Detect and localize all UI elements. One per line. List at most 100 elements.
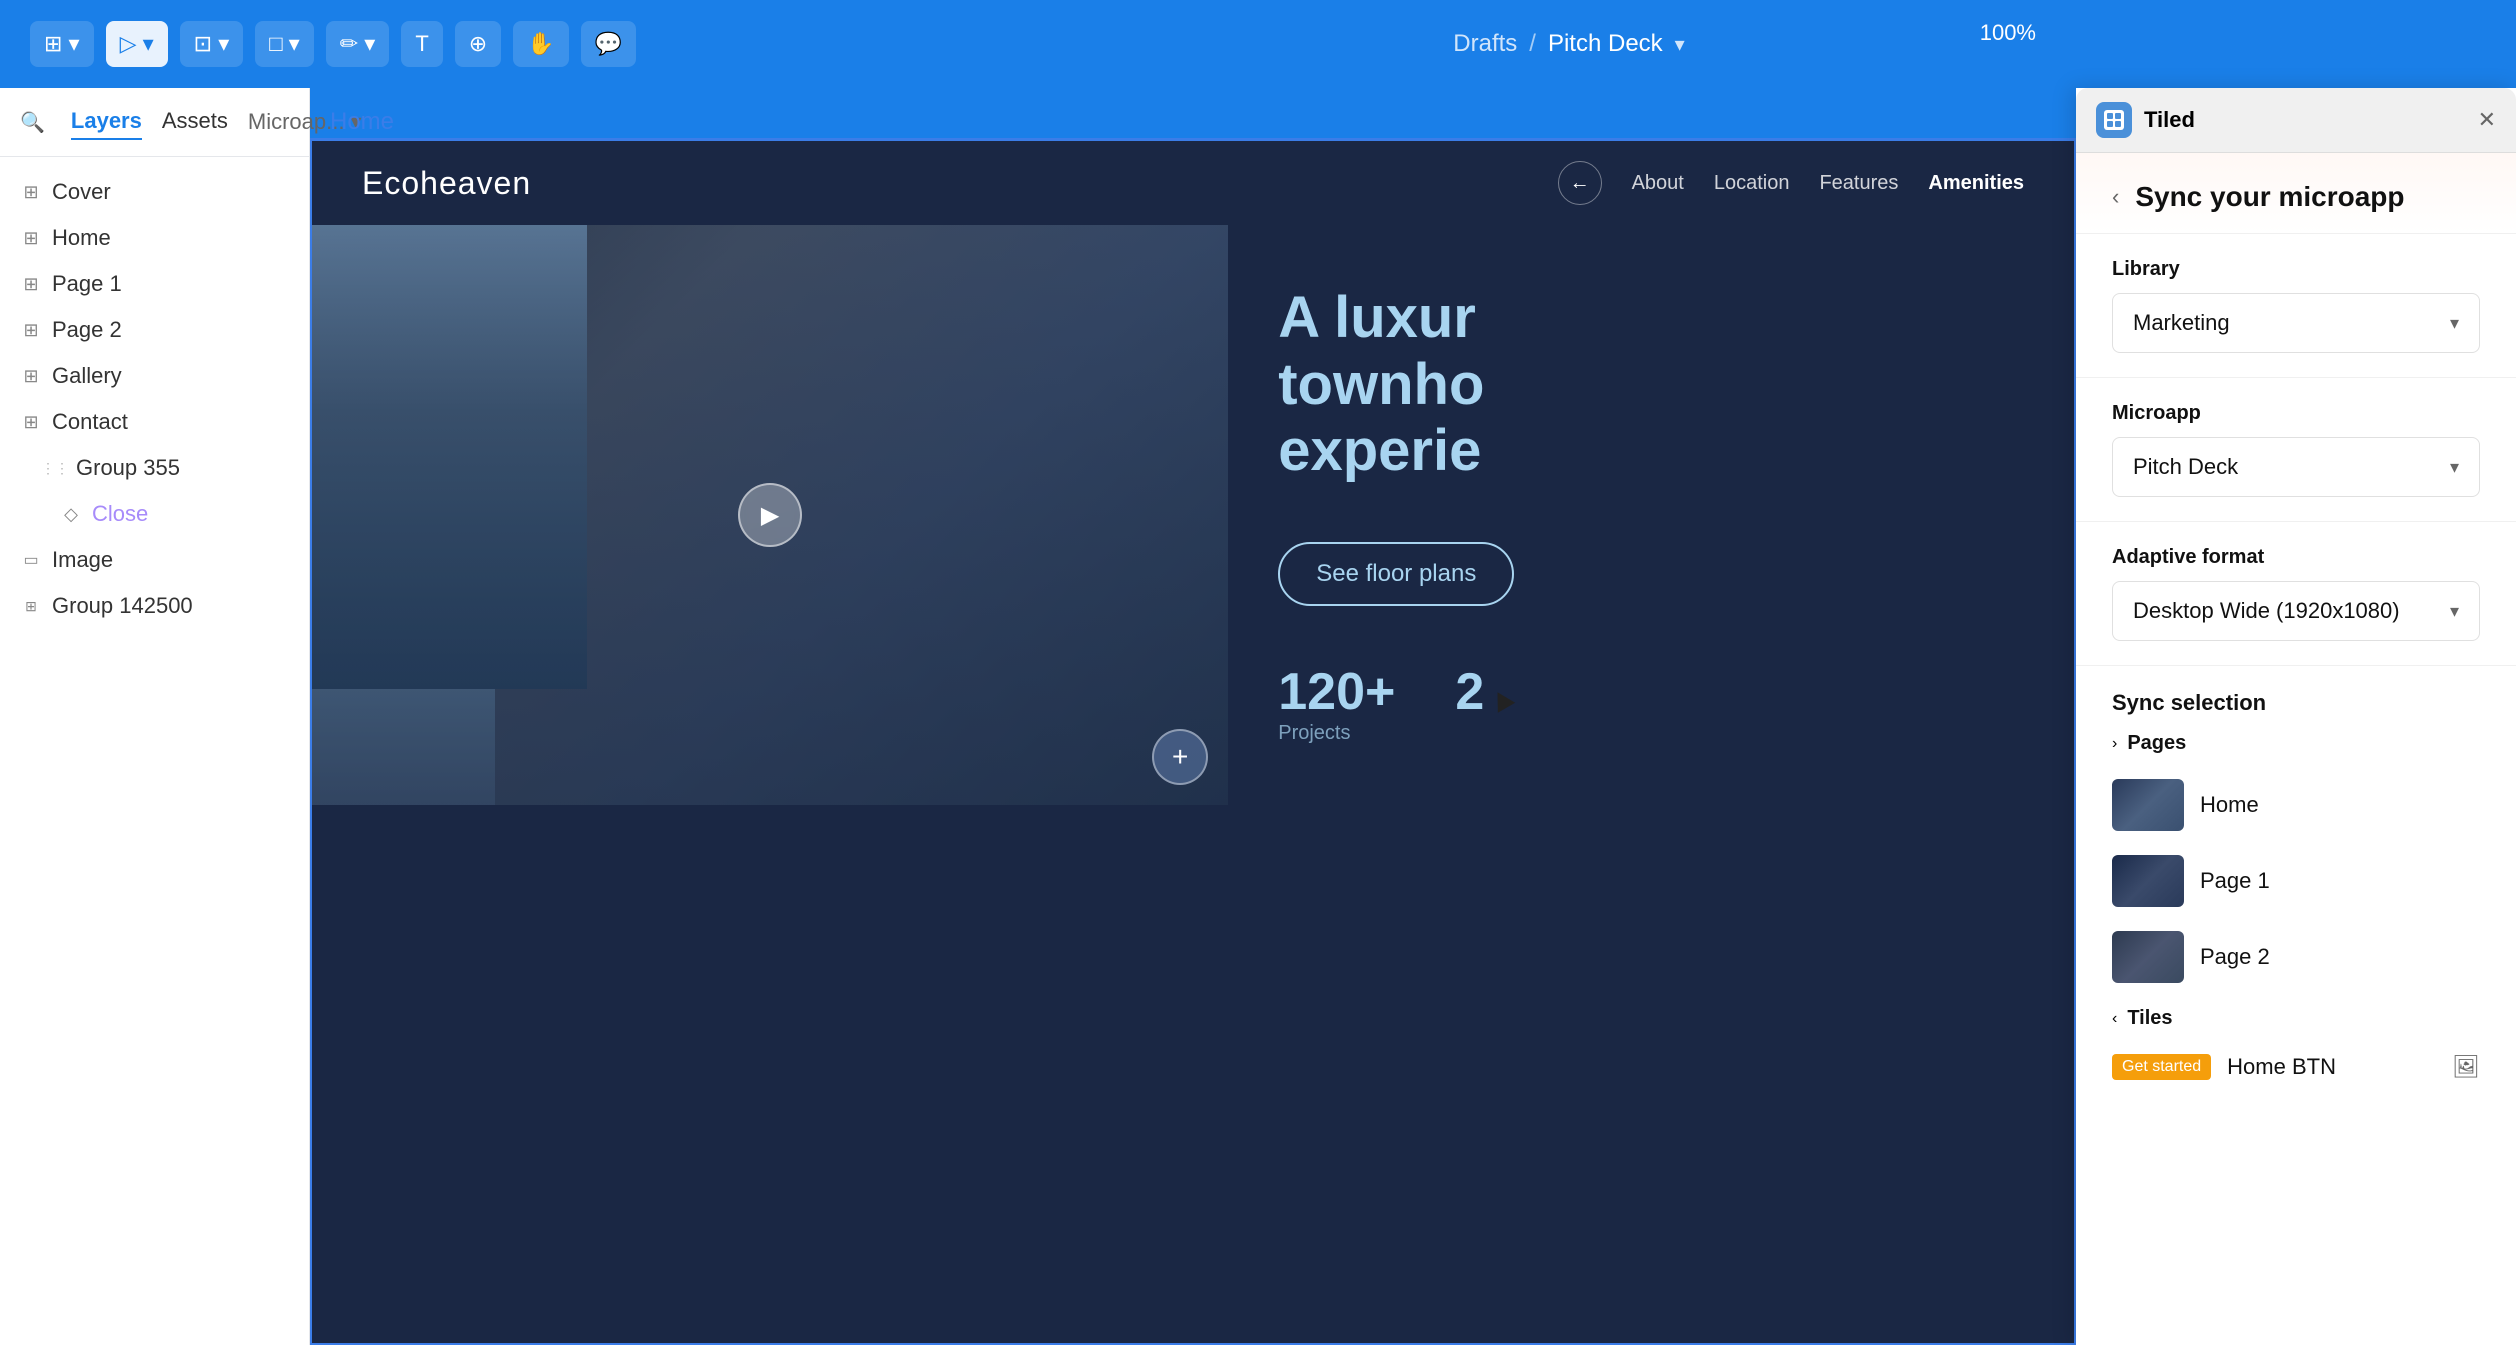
tiled-app-icon — [2096, 102, 2132, 138]
toolbar: ⊞ ▾ ▷ ▾ ⊡ ▾ □ ▾ ✏ ▾ T ⊕ ✋ 💬 Drafts / Pit… — [0, 0, 2516, 88]
pen-tool-button[interactable]: ✏ ▾ — [326, 21, 390, 67]
tile-item-left: Get started Home BTN — [2112, 1054, 2336, 1080]
adaptive-format-dropdown[interactable]: Desktop Wide (1920x1080) ▾ — [2112, 581, 2480, 641]
app-container: ⊞ ▾ ▷ ▾ ⊡ ▾ □ ▾ ✏ ▾ T ⊕ ✋ 💬 Drafts / Pit… — [0, 0, 2516, 1345]
grid-icon: ⊞ — [20, 320, 42, 341]
sync-selection-label: Sync selection — [2112, 690, 2480, 716]
layer-label-contact: Contact — [52, 409, 128, 435]
grid-icon: ⊞ — [20, 412, 42, 433]
breadcrumb-dropdown-icon[interactable]: ▾ — [1675, 32, 1685, 57]
page-thumbnail-home — [2112, 779, 2184, 831]
pages-expand-header[interactable]: › Pages — [2112, 720, 2480, 767]
grid-icon: ⊞ — [20, 228, 42, 249]
adaptive-format-label: Adaptive format — [2112, 546, 2480, 569]
microapp-dropdown[interactable]: Pitch Deck ▾ — [2112, 437, 2480, 497]
pages-label: Pages — [2127, 732, 2186, 755]
layer-item-group355[interactable]: ⋮⋮ Group 355 — [0, 445, 309, 491]
nav-back-button[interactable]: ← — [1558, 161, 1602, 205]
breadcrumb-current[interactable]: Pitch Deck — [1548, 30, 1663, 58]
tab-layers[interactable]: Layers — [71, 104, 142, 140]
diamond-icon: ◇ — [60, 504, 82, 525]
layer-item-home[interactable]: ⊞ Home — [0, 215, 309, 261]
grid-icon: ⊞ — [20, 366, 42, 387]
stat-projects-number: 120+ — [1278, 662, 1395, 722]
page-item-page1[interactable]: Page 1 — [2112, 843, 2480, 919]
toolbar-left: ⊞ ▾ ▷ ▾ ⊡ ▾ □ ▾ ✏ ▾ T ⊕ ✋ 💬 — [30, 21, 636, 67]
hero-content: A luxur townho experie See floor plans 1… — [1228, 225, 2074, 805]
hero-image: ▶ + — [312, 225, 1228, 805]
cta-button[interactable]: See floor plans — [1278, 542, 1514, 606]
layer-label-home: Home — [52, 225, 111, 251]
layer-label-cover: Cover — [52, 179, 111, 205]
play-button[interactable]: ▶ — [738, 483, 802, 547]
tile-badge: Get started — [2112, 1054, 2211, 1080]
tiles-collapse-header[interactable]: ‹ Tiles — [2112, 995, 2480, 1042]
layer-item-page2[interactable]: ⊞ Page 2 — [0, 307, 309, 353]
layer-item-image[interactable]: ▭ Image — [0, 537, 309, 583]
layer-item-cover[interactable]: ⊞ Cover — [0, 169, 309, 215]
tab-assets[interactable]: Assets — [162, 104, 228, 140]
comment-tool-button[interactable]: 💬 — [581, 21, 636, 67]
layer-label-page2: Page 2 — [52, 317, 122, 343]
tiled-panel: Tiled ✕ ‹ Sync your microapp Library Mar… — [2076, 88, 2516, 1345]
library-dropdown-arrow: ▾ — [2450, 313, 2459, 334]
layer-label-gallery: Gallery — [52, 363, 122, 389]
grid-icon: ⊞ — [20, 182, 42, 203]
layer-item-group142500[interactable]: ⊞ Group 142500 — [0, 583, 309, 629]
hero-title: A luxur townho experie — [1278, 285, 2024, 485]
tile-image-icon: 🖼 — [2452, 1054, 2480, 1080]
select-tool-button[interactable]: ⊞ ▾ — [30, 21, 94, 67]
layer-label-page1: Page 1 — [52, 271, 122, 297]
layer-label-group142500: Group 142500 — [52, 593, 193, 619]
shape-tool-button[interactable]: □ ▾ — [255, 21, 313, 67]
adaptive-format-value: Desktop Wide (1920x1080) — [2133, 598, 2400, 624]
breadcrumb-drafts[interactable]: Drafts — [1453, 30, 1517, 58]
add-button[interactable]: + — [1152, 729, 1208, 785]
layer-item-gallery[interactable]: ⊞ Gallery — [0, 353, 309, 399]
sidebar-layer-list: ⊞ Cover ⊞ Home ⊞ Page 1 ⊞ Page 2 ⊞ Gal — [0, 157, 309, 1345]
panel-back-button[interactable]: ‹ — [2112, 184, 2119, 210]
panel-window-title: Tiled — [2096, 102, 2195, 138]
adaptive-format-section: Adaptive format Desktop Wide (1920x1080)… — [2076, 522, 2516, 666]
hand-tool-button[interactable]: ✋ — [513, 21, 568, 67]
tile-name: Home BTN — [2227, 1054, 2336, 1080]
cursor-tool-button[interactable]: ▷ ▾ — [106, 21, 168, 67]
image-icon: ▭ — [20, 550, 42, 570]
stat-projects: 120+ Projects — [1278, 662, 1395, 745]
grid-sub-icon: ⋮⋮ — [44, 460, 66, 477]
page-item-page2[interactable]: Page 2 — [2112, 919, 2480, 995]
tile-item-home-btn[interactable]: Get started Home BTN 🖼 — [2112, 1042, 2480, 1092]
text-tool-button[interactable]: T — [401, 21, 442, 67]
layer-item-page1[interactable]: ⊞ Page 1 — [0, 261, 309, 307]
zoom-indicator: 100% — [1980, 20, 2036, 46]
stats-row: 120+ Projects 2 — [1278, 662, 2024, 745]
layer-item-close[interactable]: ◇ Close — [0, 491, 309, 537]
layer-label-close: Close — [92, 501, 148, 527]
canvas-frame: Ecoheaven ← About Location Features Amen… — [310, 138, 2076, 1345]
stat-2-number: 2 — [1455, 662, 1484, 722]
library-dropdown[interactable]: Marketing ▾ — [2112, 293, 2480, 353]
panel-app-name: Tiled — [2144, 107, 2195, 133]
panel-window-bar: Tiled ✕ — [2076, 88, 2516, 153]
microapp-section: Microapp Pitch Deck ▾ — [2076, 378, 2516, 522]
layer-item-contact[interactable]: ⊞ Contact — [0, 399, 309, 445]
adaptive-format-dropdown-arrow: ▾ — [2450, 601, 2459, 622]
hero-title-line2: townho — [1278, 352, 2024, 419]
tiles-collapse-icon: ‹ — [2112, 1010, 2117, 1028]
nav-link-location: Location — [1714, 172, 1790, 195]
stat-2: 2 — [1455, 662, 1484, 722]
panel-close-button[interactable]: ✕ — [2478, 107, 2496, 133]
pages-list: Home Page 1 Page 2 — [2112, 767, 2480, 995]
panel-content: ‹ Sync your microapp Library Marketing ▾… — [2076, 153, 2516, 1345]
stat-projects-label: Projects — [1278, 722, 1395, 745]
hero-title-line3: experie — [1278, 418, 2024, 485]
panel-header: ‹ Sync your microapp — [2076, 153, 2516, 234]
search-icon[interactable]: 🔍 — [20, 110, 45, 135]
frame-tool-button[interactable]: ⊡ ▾ — [180, 21, 244, 67]
microapp-value: Pitch Deck — [2133, 454, 2238, 480]
page-item-home[interactable]: Home — [2112, 767, 2480, 843]
website-hero: ▶ + A luxur townho experie See floor pla… — [312, 225, 2074, 805]
microapp-label: Microapp — [2112, 402, 2480, 425]
component-tool-button[interactable]: ⊕ — [455, 21, 501, 67]
website-nav-links: ← About Location Features Amenities — [1558, 161, 2024, 205]
